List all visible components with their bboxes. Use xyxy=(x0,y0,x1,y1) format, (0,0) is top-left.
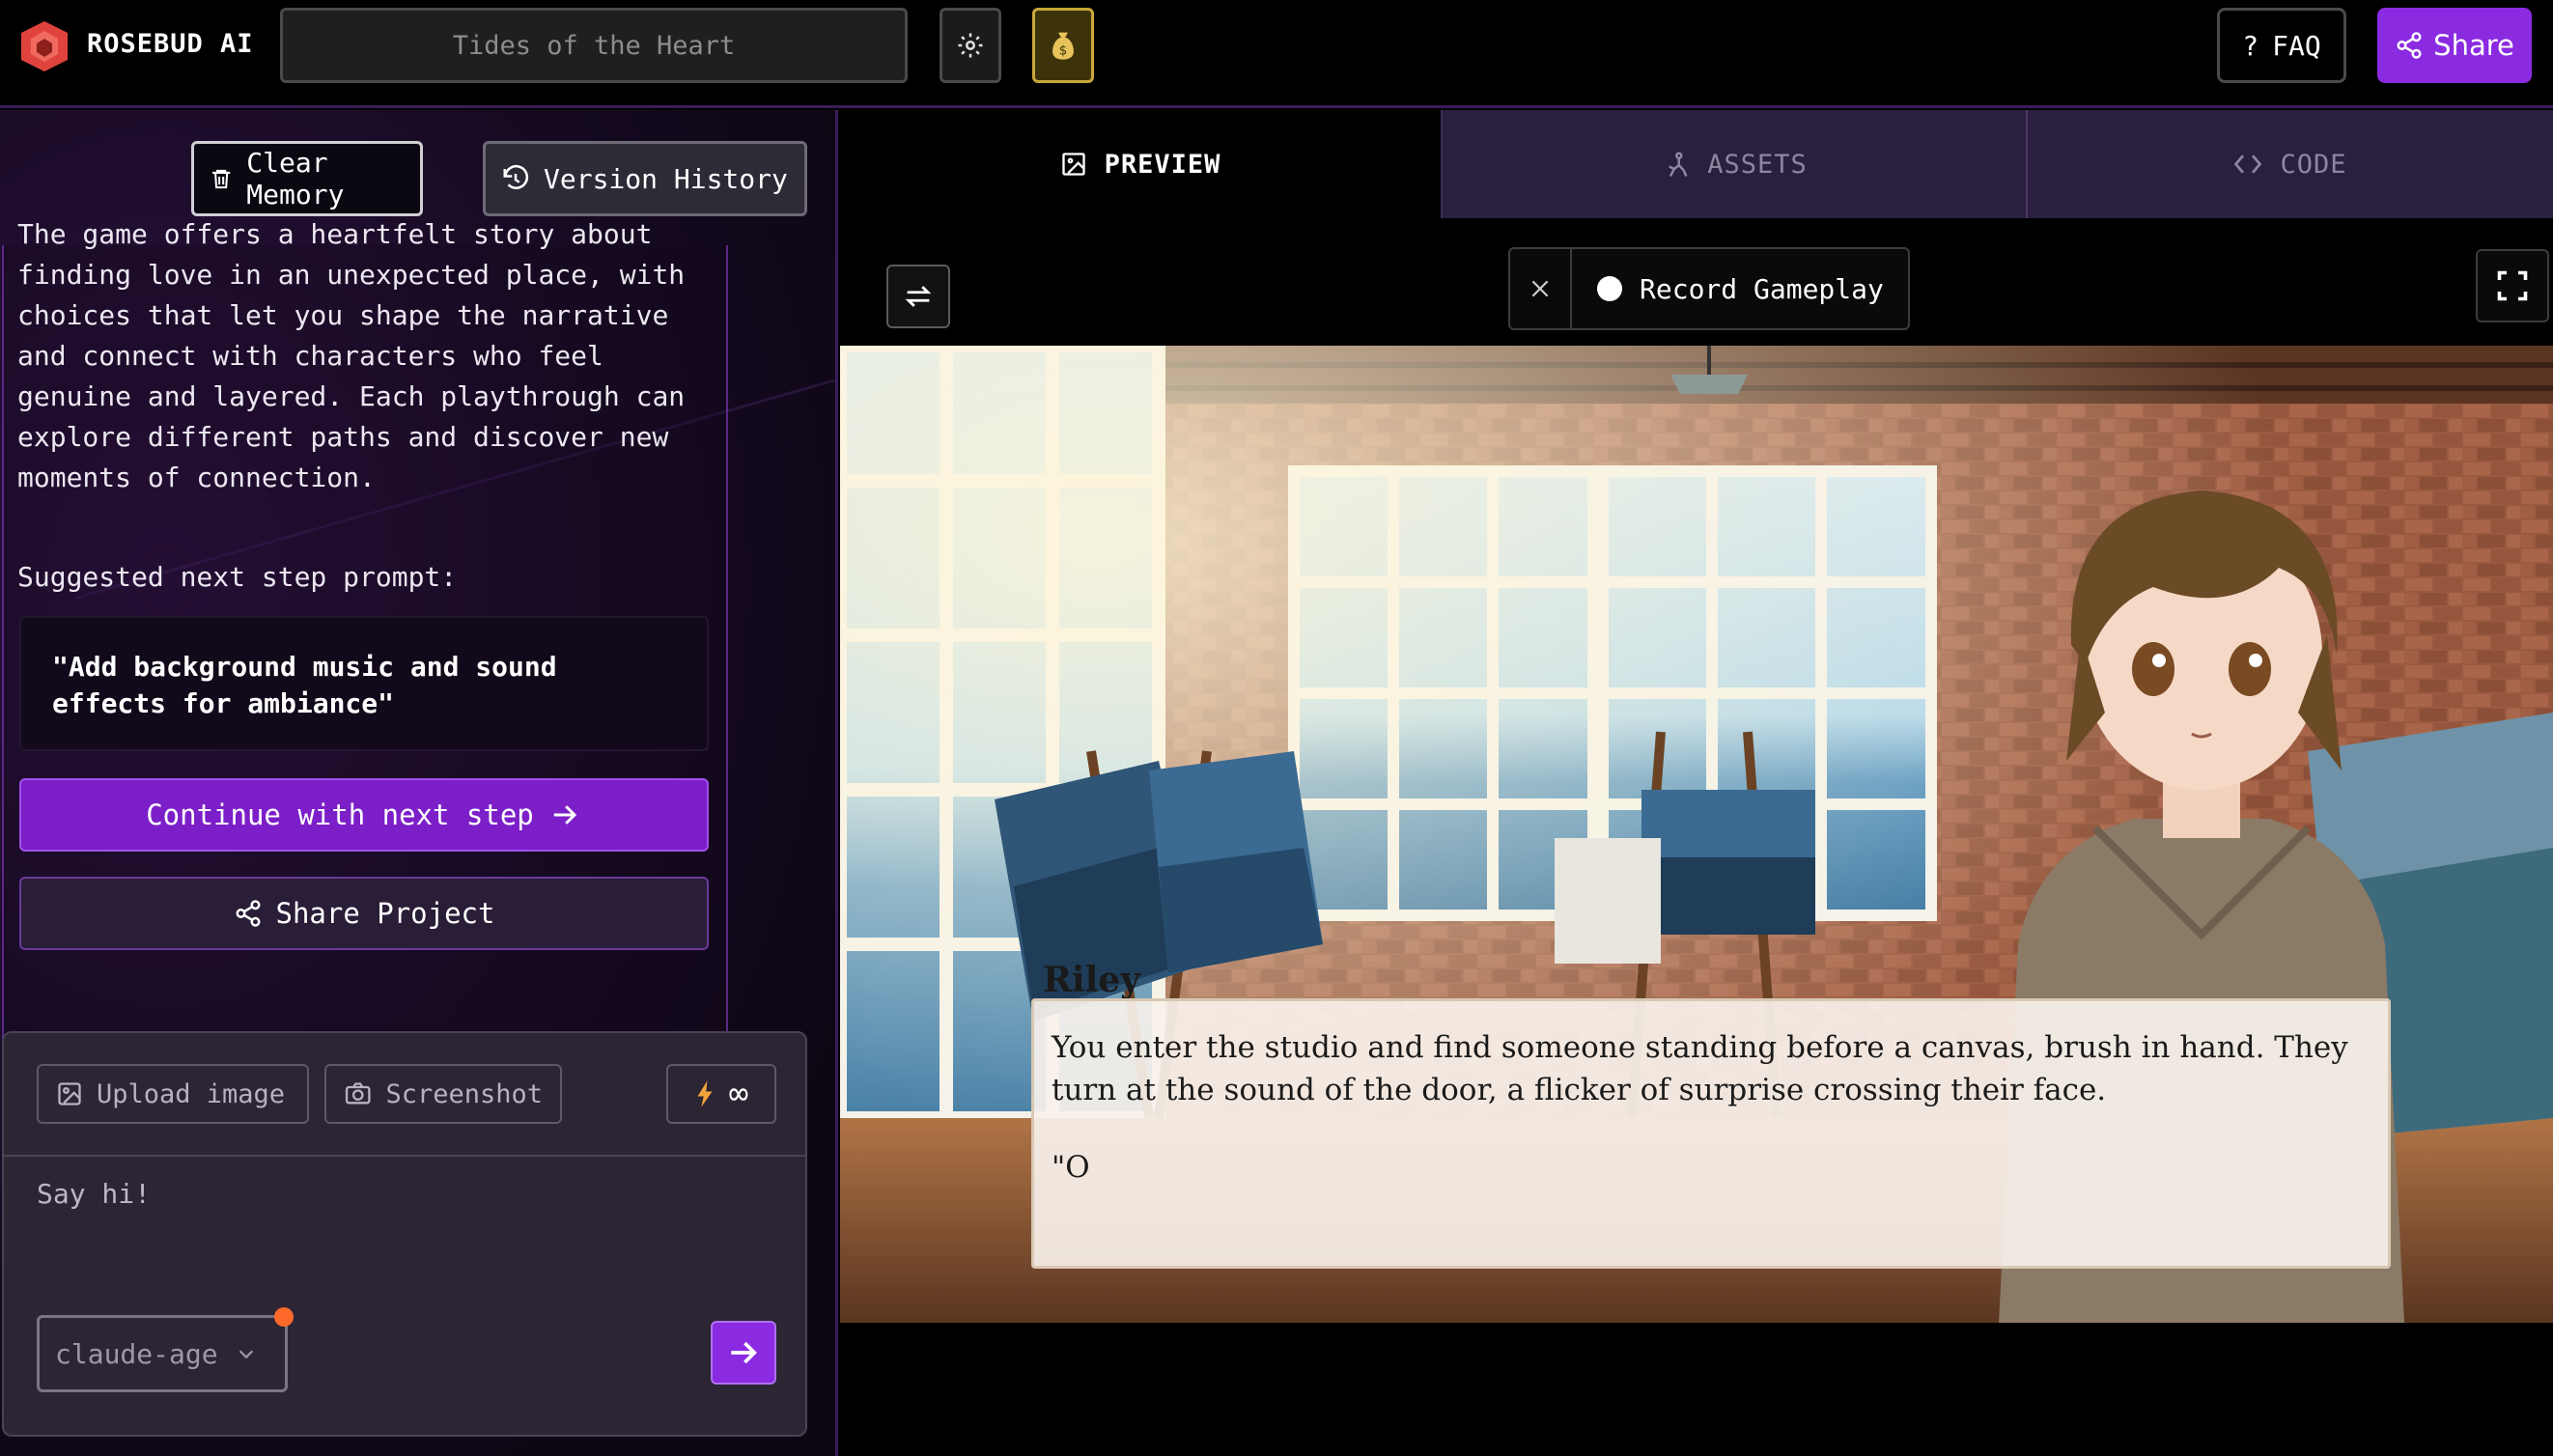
history-icon xyxy=(503,164,529,189)
upload-image-label: Upload image xyxy=(97,1078,286,1109)
chevron-down-icon xyxy=(238,1350,253,1359)
upload-image-button[interactable]: Upload image xyxy=(37,1064,309,1124)
lightning-icon xyxy=(697,1080,713,1107)
credits-button[interactable]: ∞ xyxy=(666,1064,776,1124)
share-project-button[interactable]: Share Project xyxy=(19,877,709,950)
fullscreen-icon xyxy=(2497,270,2528,301)
send-button[interactable] xyxy=(711,1321,776,1385)
svg-text:$: $ xyxy=(1059,44,1068,59)
dialog-speaker-name: Riley xyxy=(1043,960,1141,1000)
dialog-typing-text: "O xyxy=(1052,1150,1090,1185)
arrow-right-icon xyxy=(553,805,576,825)
chat-composer: Upload image Screenshot ∞ claude-age xyxy=(2,1031,807,1437)
tab-assets-label: ASSETS xyxy=(1707,149,1808,180)
project-title-input[interactable] xyxy=(280,8,908,83)
record-gameplay-label: Record Gameplay xyxy=(1640,272,1884,305)
record-dot-icon xyxy=(1597,276,1622,301)
question-icon: ? xyxy=(2242,29,2259,62)
model-select[interactable]: claude-age xyxy=(37,1315,288,1392)
faq-button[interactable]: ? FAQ xyxy=(2217,8,2346,83)
rosebud-logo-icon[interactable] xyxy=(17,19,71,73)
share-icon xyxy=(2397,32,2422,59)
game-preview-canvas[interactable]: Riley You enter the studio and find some… xyxy=(840,346,2553,1323)
assistant-message-text: The game offers a heartfelt story about … xyxy=(17,218,686,493)
dialog-box[interactable]: You enter the studio and find someone st… xyxy=(1031,998,2391,1269)
version-history-button[interactable]: Version History xyxy=(483,141,807,216)
credits-bag-button[interactable]: $ xyxy=(1032,8,1094,83)
clear-memory-button[interactable]: Clear Memory xyxy=(191,141,423,216)
tab-code[interactable]: CODE xyxy=(2026,110,2553,218)
swap-layout-button[interactable] xyxy=(886,265,950,328)
camera-icon xyxy=(345,1082,371,1105)
panel-tabs: PREVIEW ASSETS CODE xyxy=(840,110,2553,218)
brand-name: ROSEBUD AI xyxy=(87,29,254,59)
share-button[interactable]: Share xyxy=(2377,8,2532,83)
share-icon xyxy=(236,900,260,927)
close-recording-button[interactable] xyxy=(1510,249,1572,328)
record-gameplay-group: Record Gameplay xyxy=(1508,247,1910,330)
code-icon xyxy=(2234,154,2262,174)
dialog-text: You enter the studio and find someone st… xyxy=(1052,1030,2348,1107)
trash-icon xyxy=(212,169,231,189)
suggested-prompt-label: Suggested next step prompt: xyxy=(17,561,458,593)
money-bag-icon: $ xyxy=(1052,32,1074,60)
screenshot-button[interactable]: Screenshot xyxy=(324,1064,562,1124)
tab-assets[interactable]: ASSETS xyxy=(1441,110,2026,218)
faq-label: FAQ xyxy=(2272,29,2321,62)
suggested-prompt[interactable]: "Add background music and sound effects … xyxy=(19,616,709,751)
fullscreen-button[interactable] xyxy=(2476,249,2549,322)
screenshot-label: Screenshot xyxy=(385,1078,543,1109)
arrow-right-icon xyxy=(731,1341,757,1364)
share-label: Share xyxy=(2433,29,2514,62)
share-project-label: Share Project xyxy=(275,897,495,930)
gear-icon xyxy=(958,33,983,58)
record-gameplay-button[interactable]: Record Gameplay xyxy=(1572,249,1908,328)
image-icon xyxy=(58,1082,81,1106)
swap-icon xyxy=(905,286,932,307)
credits-value: ∞ xyxy=(728,1075,749,1113)
tab-preview-label: PREVIEW xyxy=(1104,149,1221,180)
notification-dot xyxy=(274,1307,294,1327)
composer-toolbar: Upload image Screenshot ∞ xyxy=(4,1033,805,1157)
close-icon xyxy=(1531,280,1549,297)
chat-sidebar: Clear Memory Version History The game of… xyxy=(0,110,838,1456)
model-value: claude-age xyxy=(55,1337,218,1370)
chat-input[interactable] xyxy=(37,1178,771,1294)
settings-button[interactable] xyxy=(940,8,1001,83)
tab-preview[interactable]: PREVIEW xyxy=(840,110,1441,218)
clear-memory-label: Clear Memory xyxy=(246,147,345,210)
continue-label: Continue with next step xyxy=(146,798,534,831)
continue-next-step-button[interactable]: Continue with next step xyxy=(19,778,709,852)
tab-code-label: CODE xyxy=(2280,149,2347,180)
top-bar: ROSEBUD AI $ ? FAQ Share xyxy=(0,0,2553,108)
version-history-label: Version History xyxy=(544,162,788,195)
image-icon xyxy=(1061,153,1085,176)
assets-icon xyxy=(1669,152,1688,178)
preview-panel: PREVIEW ASSETS CODE Record Gameplay Rile… xyxy=(840,110,2553,1456)
